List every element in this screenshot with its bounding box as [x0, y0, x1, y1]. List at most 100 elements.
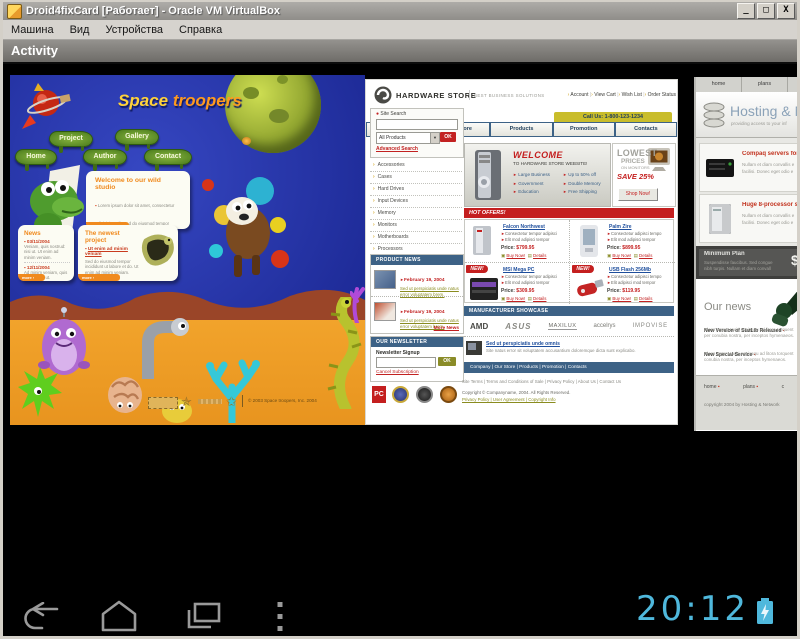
home-button[interactable] — [99, 600, 139, 632]
tab-promotion[interactable]: Promotion — [554, 123, 614, 136]
cyan-coral-illustration — [202, 357, 262, 423]
tab-contacts[interactable]: Contacts — [616, 123, 676, 136]
hosting-tab-home[interactable]: home — [696, 77, 742, 92]
periscope-worm-character — [138, 315, 190, 379]
category-monitors[interactable]: ›Monitors — [370, 220, 462, 232]
hosting-footer-cut[interactable]: c — [782, 384, 785, 390]
store-logo-text[interactable]: HARDWARE STORE — [396, 91, 476, 100]
plan-line1: Suspendisse faucibus. Sed congue — [704, 260, 788, 265]
hardware-store-thumbnail[interactable]: HARDWARE STORE BEST BUSINESS SOLUTIONS ›… — [365, 79, 678, 425]
details-icon: ▤ — [528, 296, 532, 301]
details-link[interactable]: Details — [639, 296, 652, 301]
details-link[interactable]: Details — [639, 253, 652, 258]
project-link[interactable]: Ut enim ad minim veniam — [85, 247, 128, 257]
hosting-article-2-title[interactable]: Huge 8-processor ser — [742, 202, 797, 208]
vm-screen: Space troopers Project Gallery Home Auth… — [3, 64, 797, 636]
menu-item-devices[interactable]: Устройства — [105, 24, 163, 36]
shop-now-button[interactable]: Shop Now! — [618, 188, 658, 201]
search-input[interactable] — [376, 119, 458, 130]
welcome-bullet-4: ► Up to 50% off — [563, 171, 601, 180]
moon-illustration — [225, 75, 321, 153]
space-site-logo[interactable]: Space troopers — [118, 91, 242, 111]
menu-overflow-button[interactable] — [275, 600, 285, 634]
menu-bar: Машина Вид Устройства Справка — [3, 20, 797, 40]
buy-now-link[interactable]: Buy Now! — [506, 253, 525, 258]
hosting-tagline: providing access to your inf — [731, 121, 797, 126]
menu-item-help[interactable]: Справка — [179, 24, 222, 36]
hosting-footer-plans[interactable]: plans — [743, 384, 755, 390]
welcome-bullet-1: ► Large Business — [513, 171, 550, 180]
bottom-news-text: Site natus error sit voluptatem accusant… — [486, 348, 666, 353]
tab-products[interactable]: Products — [491, 123, 551, 136]
advanced-search-link[interactable]: Advanced Search — [376, 146, 418, 152]
menu-item-machine[interactable]: Машина — [11, 24, 54, 36]
details-link[interactable]: Details — [533, 253, 546, 258]
cancel-subscription-link[interactable]: Cancel Subscription — [376, 370, 419, 375]
store-footer-links[interactable]: Site Terms | Terms and Conditions of Sal… — [462, 379, 621, 384]
title-bar[interactable]: Droid4fixCard [Работает] - Oracle VM Vir… — [3, 2, 797, 20]
category-hard-drives[interactable]: ›Hard Drives — [370, 184, 462, 196]
search-ok-button[interactable]: OK — [440, 132, 456, 142]
hosting-tab-extra[interactable] — [788, 77, 797, 92]
details-icon: ▤ — [634, 253, 638, 258]
project-title: The newest project — [85, 230, 142, 244]
back-button[interactable] — [19, 602, 61, 632]
store-footer-links2[interactable]: Privacy Policy | User Agreement | Copyri… — [462, 397, 556, 402]
store-footer-nav[interactable]: Company | Our Store | Products | Promoti… — [464, 362, 674, 373]
buy-now-link[interactable]: Buy Now! — [612, 296, 631, 301]
news-link-a[interactable]: Sed ut perspiciatis unde natus error vol… — [400, 286, 460, 297]
compaq-server-image — [705, 156, 735, 180]
menu-item-view[interactable]: Вид — [70, 24, 90, 36]
category-accessories[interactable]: ›Accessories — [370, 160, 462, 172]
bottom-news-link[interactable]: Sed ut perspiciatis unde omnis — [486, 341, 560, 347]
product-card-msi[interactable]: NEW! MSI Mega PC ►Consectetur tempor adi… — [465, 264, 569, 304]
footer-partner-logo — [198, 399, 222, 404]
new-badge: NEW! — [466, 265, 488, 273]
product-grid: Falcon Northwest ►Consectetur tempor adi… — [464, 219, 674, 303]
maximize-button[interactable]: □ — [757, 3, 775, 19]
hosting-tab-plans[interactable]: plans — [742, 77, 788, 92]
category-motherboards[interactable]: ›Motherboards — [370, 232, 462, 244]
product-name[interactable]: USB Flash 256Mb — [609, 267, 651, 273]
space-troopers-thumbnail[interactable]: Space troopers Project Gallery Home Auth… — [10, 75, 365, 425]
category-cases[interactable]: ›Cases — [370, 172, 462, 184]
activity-header: Activity — [3, 40, 797, 64]
minimize-button[interactable]: _ — [737, 3, 755, 19]
close-button[interactable]: X — [777, 3, 795, 19]
view-cart-link[interactable]: View Cart — [594, 92, 616, 98]
hosting-article-1-title[interactable]: Compaq servers for L — [742, 151, 797, 157]
promo-box[interactable]: LOWEST PRICES ON MONITORS SAVE 25% Shop … — [612, 143, 676, 207]
details-link[interactable]: Details — [533, 296, 546, 301]
category-memory[interactable]: ›Memory — [370, 208, 462, 220]
buy-now-link[interactable]: Buy Now! — [612, 253, 631, 258]
newsletter-ok-button[interactable]: OK — [438, 357, 456, 366]
product-name[interactable]: MSI Mega PC — [503, 267, 534, 273]
award-badge-dark — [416, 386, 433, 403]
space-footer: ✯ ✩ © 2003 Space troopers, Inc. 2004 — [148, 393, 358, 413]
space-nav-contact[interactable]: Contact — [144, 149, 192, 165]
news-title: News — [24, 230, 70, 237]
product-name[interactable]: Palm Zire — [609, 224, 632, 230]
recent-apps-button[interactable] — [183, 602, 223, 630]
category-input-devices[interactable]: ›Input Devices — [370, 196, 462, 208]
product-card-palm[interactable]: Palm Zire ►Consectetur adipisci tempo ►E… — [571, 221, 675, 261]
wish-list-link[interactable]: Wish List — [622, 92, 642, 98]
computer-tower-image — [469, 148, 509, 202]
space-nav-project[interactable]: Project — [49, 131, 93, 147]
space-nav-gallery[interactable]: Gallery — [115, 129, 159, 145]
product-image-pda — [576, 224, 602, 258]
buy-now-link[interactable]: Buy Now! — [506, 296, 525, 301]
product-name[interactable]: Falcon Northwest — [503, 224, 545, 230]
product-card-falcon[interactable]: Falcon Northwest ►Consectetur tempor adi… — [465, 221, 569, 261]
newsletter-input[interactable] — [376, 357, 436, 368]
hosting-footer-home[interactable]: home — [704, 384, 717, 390]
search-category-select[interactable]: All Products ▼ — [376, 132, 440, 144]
order-status-link[interactable]: Order Status — [648, 92, 676, 98]
cart-icon: ▣ — [501, 296, 505, 301]
account-link[interactable]: Account — [570, 92, 588, 98]
store-logo-icon — [374, 86, 392, 104]
product-card-usb[interactable]: NEW! USB Flash 256Mb ►Consectetur adipis… — [571, 264, 675, 304]
plan-title[interactable]: Minimum Plan — [704, 251, 794, 257]
hosting-thumbnail[interactable]: home plans Hosting & Net providing acces… — [694, 77, 797, 431]
more-news-link[interactable]: More News — [434, 326, 459, 331]
